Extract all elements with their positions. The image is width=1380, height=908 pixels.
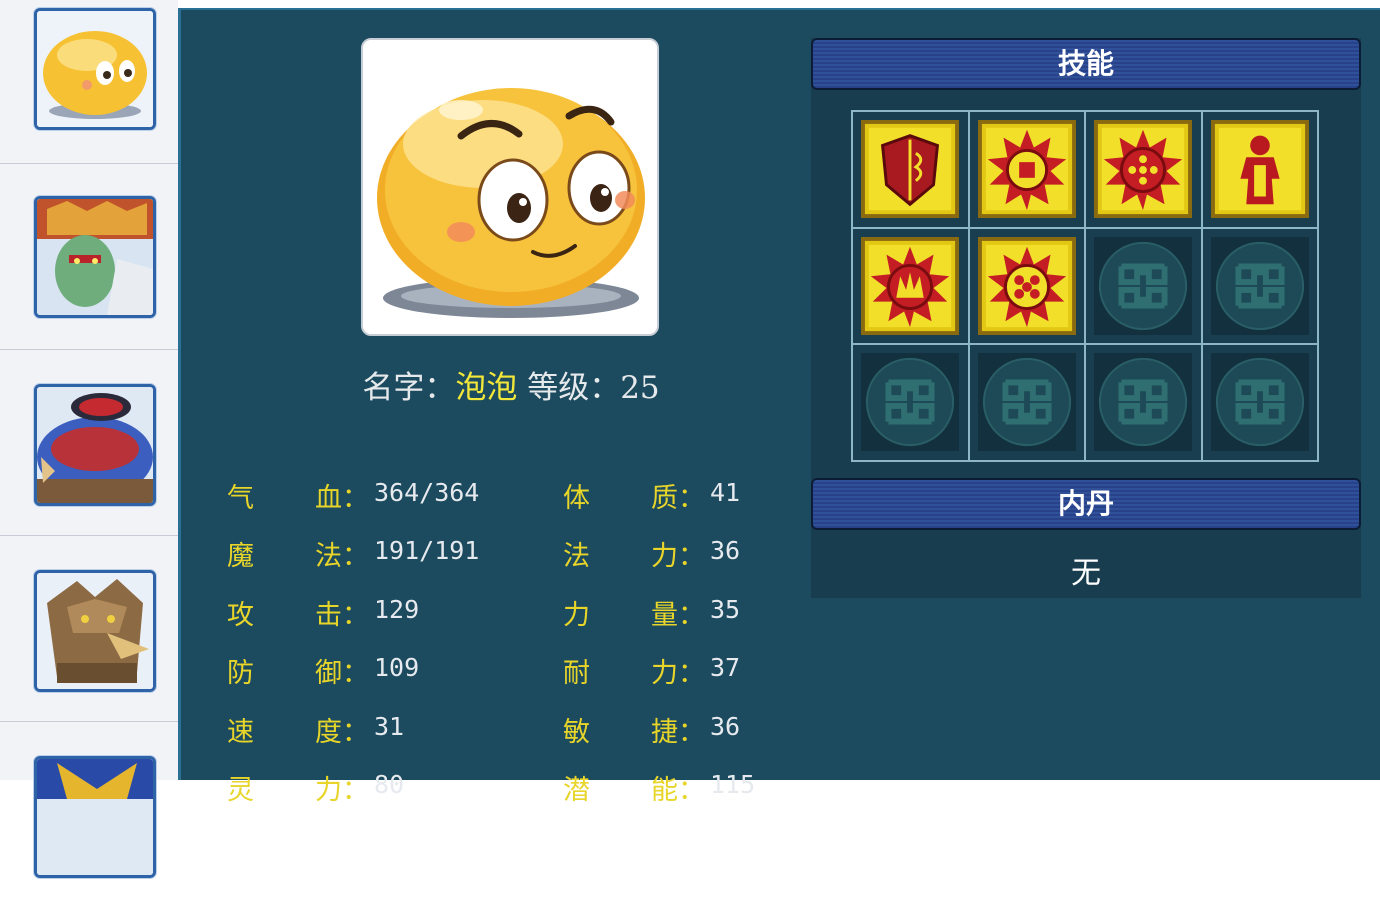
skill-slot[interactable] (852, 227, 969, 345)
skill-slot[interactable] (852, 344, 969, 461)
level-label: 等级： (527, 370, 621, 406)
stat-value: 80 (374, 770, 405, 799)
skill-slot[interactable] (1201, 111, 1318, 228)
sun-skill-icon[interactable] (977, 120, 1076, 218)
skill-slot[interactable] (1201, 227, 1318, 345)
stat-value: 41 (710, 478, 741, 507)
skills-grid (851, 110, 1319, 462)
sun-dots-skill-icon[interactable] (1094, 120, 1192, 218)
pet-portrait (361, 38, 659, 336)
stat-value: 35 (710, 595, 741, 624)
skill-slot[interactable] (968, 111, 1085, 228)
empty-slot-icon (1210, 353, 1309, 452)
stat-value: 31 (374, 712, 405, 741)
skill-slot[interactable] (1201, 344, 1318, 461)
feather-creature-thumb[interactable] (34, 384, 156, 506)
pet-name-level-line: 名字：泡泡 等级：25 (291, 362, 731, 407)
stat-value: 37 (710, 653, 741, 682)
stat-value: 115 (710, 770, 756, 799)
empty-slot-icon (977, 353, 1076, 452)
skill-slot[interactable] (852, 111, 969, 228)
demon-warrior-thumb[interactable] (34, 196, 156, 318)
pet-list-item[interactable] (0, 164, 178, 350)
pet-list-item[interactable] (0, 350, 178, 536)
name-label: 名字： (362, 370, 456, 406)
figure-skill-icon[interactable] (1210, 120, 1309, 218)
pet-level: 25 (620, 370, 660, 406)
sun-grid-skill-icon[interactable] (977, 236, 1076, 335)
empty-slot-icon (1210, 236, 1309, 335)
stat-value: 36 (710, 712, 741, 741)
skills-panel: 技能 内丹 无 (811, 38, 1361, 598)
skill-slot[interactable] (968, 227, 1085, 345)
stat-value: 109 (374, 653, 420, 682)
stat-value: 36 (710, 536, 741, 565)
pet-name: 泡泡 (455, 370, 518, 406)
empty-slot-icon (1094, 236, 1192, 335)
shield-skill-icon[interactable] (861, 120, 959, 218)
blue-gold-pet-thumb[interactable] (34, 756, 156, 878)
pet-list-item[interactable] (0, 0, 178, 164)
pet-list-sidebar (0, 0, 178, 878)
pet-list-item[interactable] (0, 536, 178, 722)
skill-slot[interactable] (1085, 227, 1202, 345)
neidan-value: 无 (1071, 556, 1101, 591)
eagle-beast-thumb[interactable] (34, 570, 156, 692)
empty-slot-icon (861, 353, 959, 452)
bubble-pet-thumb[interactable] (34, 8, 156, 130)
stat-value: 364/364 (374, 478, 480, 507)
pet-detail-panel: 名字：泡泡 等级：25 气血： 364/364 魔法： 191/191 攻击： 129… (178, 8, 1380, 806)
stat-value: 191/191 (374, 536, 480, 565)
skill-slot[interactable] (1085, 111, 1202, 228)
empty-slot-icon (1094, 353, 1192, 452)
skill-slot[interactable] (968, 344, 1085, 461)
sun-crown-skill-icon[interactable] (861, 236, 959, 335)
stat-value: 129 (374, 595, 420, 624)
skills-title-bar: 技能 (811, 38, 1361, 90)
bubble-pet-portrait-icon (363, 40, 657, 334)
pet-list-item[interactable] (0, 722, 178, 908)
neidan-title-bar: 内丹 (811, 478, 1361, 530)
skill-slot[interactable] (1085, 344, 1202, 461)
